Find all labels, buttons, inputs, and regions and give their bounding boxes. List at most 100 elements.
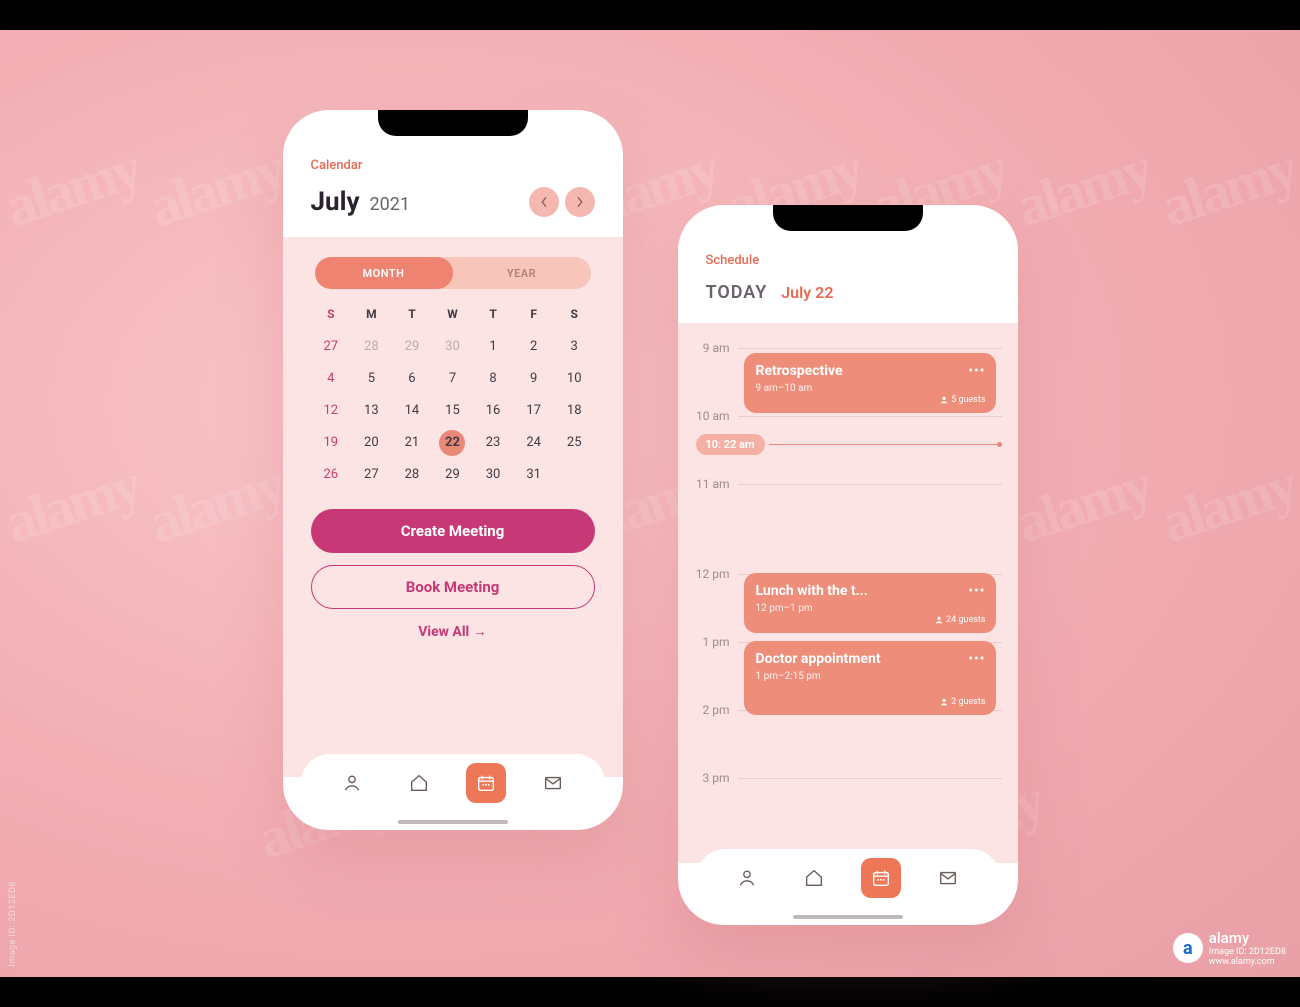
toggle-month[interactable]: MONTH: [315, 257, 453, 289]
now-time-pill: 10: 22 am: [696, 434, 765, 455]
dow-cell: S: [554, 307, 595, 331]
notch: [378, 110, 528, 136]
user-icon: [736, 867, 758, 889]
calendar-day[interactable]: 22: [432, 427, 473, 459]
calendar-day[interactable]: 10: [554, 363, 595, 395]
event-card[interactable]: Doctor appointment 1 pm–2:15 pm ••• 2 gu…: [744, 641, 996, 715]
stock-id-vertical: Image ID: 2D12ED8: [8, 881, 18, 967]
calendar-grid: SMTWTFS 27282930123456789101213141516171…: [311, 307, 595, 491]
phone-calendar: Calendar July 2021 MONTH YE: [283, 110, 623, 830]
calendar-day[interactable]: 6: [392, 363, 433, 395]
hour-label: 12 pm: [688, 567, 738, 581]
notch: [773, 205, 923, 231]
calendar-row: 262728293031: [311, 459, 595, 491]
calendar-day[interactable]: 17: [513, 395, 554, 427]
prev-month-button[interactable]: [529, 187, 559, 217]
bottom-nav: [696, 849, 1000, 907]
hour-label: 10 am: [688, 409, 738, 423]
calendar-day[interactable]: 25: [554, 427, 595, 459]
event-more-icon[interactable]: •••: [968, 363, 985, 379]
hour-label: 1 pm: [688, 635, 738, 649]
calendar-icon: [870, 867, 892, 889]
dow-cell: M: [351, 307, 392, 331]
calendar-day[interactable]: 27: [351, 459, 392, 491]
mail-icon: [542, 772, 564, 794]
calendar-day[interactable]: 14: [392, 395, 433, 427]
create-meeting-button[interactable]: Create Meeting: [311, 509, 595, 553]
nav-home[interactable]: [794, 858, 834, 898]
nav-profile[interactable]: [727, 858, 767, 898]
home-icon: [408, 772, 430, 794]
stock-logo: a alamy Image ID: 2D12ED8 www.alamy.com: [1173, 929, 1286, 967]
calendar-day[interactable]: 3: [554, 331, 595, 363]
book-meeting-button[interactable]: Book Meeting: [311, 565, 595, 609]
calendar-day[interactable]: 16: [473, 395, 514, 427]
hour-label: 3 pm: [688, 771, 738, 785]
screen-label: Schedule: [706, 253, 990, 268]
phone-schedule: Schedule TODAY July 22 9 am10 am11 am12 …: [678, 205, 1018, 925]
calendar-day[interactable]: 29: [392, 331, 433, 363]
calendar-day[interactable]: 28: [392, 459, 433, 491]
view-all-link[interactable]: View All: [305, 623, 601, 640]
nav-profile[interactable]: [332, 763, 372, 803]
schedule-body: 9 am10 am11 am12 pm1 pm2 pm3 pm10: 22 am…: [678, 323, 1018, 863]
calendar-day[interactable]: 30: [432, 331, 473, 363]
toggle-year[interactable]: YEAR: [453, 257, 591, 289]
nav-calendar[interactable]: [861, 858, 901, 898]
nav-home[interactable]: [399, 763, 439, 803]
calendar-day[interactable]: 24: [513, 427, 554, 459]
timeline: 9 am10 am11 am12 pm1 pm2 pm3 pm10: 22 am…: [688, 341, 1002, 863]
calendar-day[interactable]: 30: [473, 459, 514, 491]
home-icon: [803, 867, 825, 889]
calendar-day[interactable]: 27: [311, 331, 352, 363]
event-time: 9 am–10 am: [756, 383, 984, 394]
calendar-day[interactable]: 13: [351, 395, 392, 427]
calendar-day[interactable]: 31: [513, 459, 554, 491]
calendar-day[interactable]: 1: [473, 331, 514, 363]
nav-mail[interactable]: [533, 763, 573, 803]
mail-icon: [937, 867, 959, 889]
calendar-day[interactable]: 18: [554, 395, 595, 427]
calendar-row: 27282930123: [311, 331, 595, 363]
calendar-day[interactable]: 21: [392, 427, 433, 459]
view-toggle: MONTH YEAR: [315, 257, 591, 289]
calendar-day[interactable]: 4: [311, 363, 352, 395]
calendar-body: MONTH YEAR SMTWTFS 272829301234567891012…: [283, 237, 623, 777]
alamy-icon: a: [1173, 933, 1203, 963]
calendar-day[interactable]: 19: [311, 427, 352, 459]
nav-calendar[interactable]: [466, 763, 506, 803]
calendar-day[interactable]: 28: [351, 331, 392, 363]
calendar-day[interactable]: 8: [473, 363, 514, 395]
event-card[interactable]: Retrospective 9 am–10 am ••• 5 guests: [744, 353, 996, 413]
hour-label: 11 am: [688, 477, 738, 491]
calendar-day[interactable]: 2: [513, 331, 554, 363]
next-month-button[interactable]: [565, 187, 595, 217]
now-line: [769, 444, 1002, 446]
event-more-icon[interactable]: •••: [968, 651, 985, 667]
calendar-day[interactable]: 20: [351, 427, 392, 459]
hour-row: 11 am: [688, 477, 1002, 491]
nav-mail[interactable]: [928, 858, 968, 898]
calendar-day[interactable]: 26: [311, 459, 352, 491]
event-guests: 5 guests: [940, 395, 985, 405]
dow-cell: T: [392, 307, 433, 331]
hour-line: [738, 778, 1002, 779]
event-title: Lunch with the t...: [756, 583, 984, 599]
calendar-row: 45678910: [311, 363, 595, 395]
event-title: Doctor appointment: [756, 651, 984, 667]
calendar-day[interactable]: 9: [513, 363, 554, 395]
now-indicator: 10: 22 am: [688, 434, 1002, 455]
hour-label: 9 am: [688, 341, 738, 355]
event-more-icon[interactable]: •••: [968, 583, 985, 599]
calendar-day[interactable]: 15: [432, 395, 473, 427]
dow-cell: S: [311, 307, 352, 331]
calendar-day[interactable]: 5: [351, 363, 392, 395]
calendar-dow-row: SMTWTFS: [311, 307, 595, 331]
calendar-day[interactable]: 7: [432, 363, 473, 395]
event-card[interactable]: Lunch with the t... 12 pm–1 pm ••• 24 gu…: [744, 573, 996, 633]
calendar-day[interactable]: 23: [473, 427, 514, 459]
guests-icon: [935, 616, 943, 624]
calendar-day[interactable]: 12: [311, 395, 352, 427]
calendar-day[interactable]: 29: [432, 459, 473, 491]
month-title: July 2021: [311, 187, 411, 217]
